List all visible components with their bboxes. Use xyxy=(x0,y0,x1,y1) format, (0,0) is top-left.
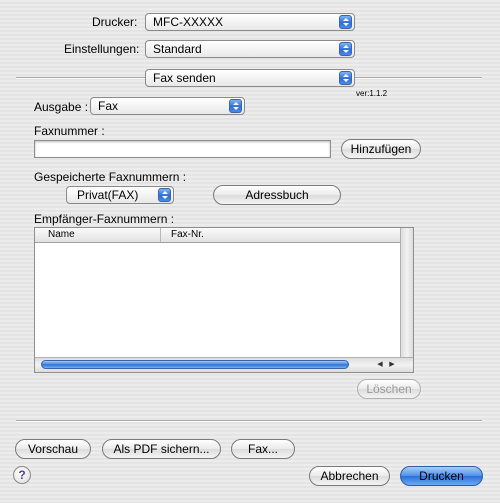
updown-arrows-icon xyxy=(339,15,352,29)
output-select[interactable]: Fax xyxy=(90,97,245,115)
horizontal-scrollbar[interactable]: ◀ ▶ xyxy=(35,357,413,372)
add-button[interactable]: Hinzufügen xyxy=(341,139,421,159)
presets-label: Einstellungen: xyxy=(64,42,140,56)
panel-select[interactable]: Fax senden xyxy=(145,69,355,87)
presets-select[interactable]: Standard xyxy=(145,40,355,58)
scroll-left-icon[interactable]: ◀ xyxy=(375,360,385,370)
addressbook-button[interactable]: Adressbuch xyxy=(213,185,341,205)
panel-value: Fax senden xyxy=(153,71,216,85)
column-separator xyxy=(160,228,161,242)
presets-value: Standard xyxy=(153,42,202,56)
faxnumber-input[interactable] xyxy=(34,140,331,158)
fax-button[interactable]: Fax... xyxy=(231,439,295,459)
faxnumber-label: Faxnummer : xyxy=(34,124,105,138)
output-label: Ausgabe : xyxy=(34,100,89,114)
saved-numbers-select[interactable]: Privat(FAX) xyxy=(66,186,174,204)
updown-arrows-icon xyxy=(158,188,171,202)
table-header: Name Fax-Nr. xyxy=(35,228,401,243)
recipients-label: Empfänger-Faxnummern : xyxy=(34,212,175,226)
updown-arrows-icon xyxy=(339,42,352,56)
updown-arrows-icon xyxy=(339,71,352,85)
saved-numbers-label: Gespeicherte Faxnummern : xyxy=(34,170,187,184)
scroll-thumb[interactable] xyxy=(41,360,349,369)
bottom-divider xyxy=(16,420,482,422)
scroll-right-icon[interactable]: ▶ xyxy=(387,360,397,370)
version-label: ver:1.1.2 xyxy=(356,89,388,98)
recipients-table[interactable]: Name Fax-Nr. ◀ ▶ xyxy=(34,227,414,373)
vertical-scrollbar[interactable] xyxy=(400,228,413,358)
print-button[interactable]: Drucken xyxy=(400,466,483,486)
preview-button[interactable]: Vorschau xyxy=(15,439,91,459)
delete-button[interactable]: Löschen xyxy=(357,379,421,399)
saved-numbers-value: Privat(FAX) xyxy=(77,188,139,202)
column-faxnr[interactable]: Fax-Nr. xyxy=(171,229,204,240)
updown-arrows-icon xyxy=(229,99,242,113)
save-pdf-button[interactable]: Als PDF sichern... xyxy=(102,439,221,459)
column-name[interactable]: Name xyxy=(48,229,75,240)
printer-value: MFC-XXXXX xyxy=(153,15,224,29)
help-icon[interactable]: ? xyxy=(13,466,31,484)
output-value: Fax xyxy=(98,99,119,113)
printer-select[interactable]: MFC-XXXXX xyxy=(145,13,355,31)
cancel-button[interactable]: Abbrechen xyxy=(309,466,390,486)
printer-label: Drucker: xyxy=(92,15,138,29)
